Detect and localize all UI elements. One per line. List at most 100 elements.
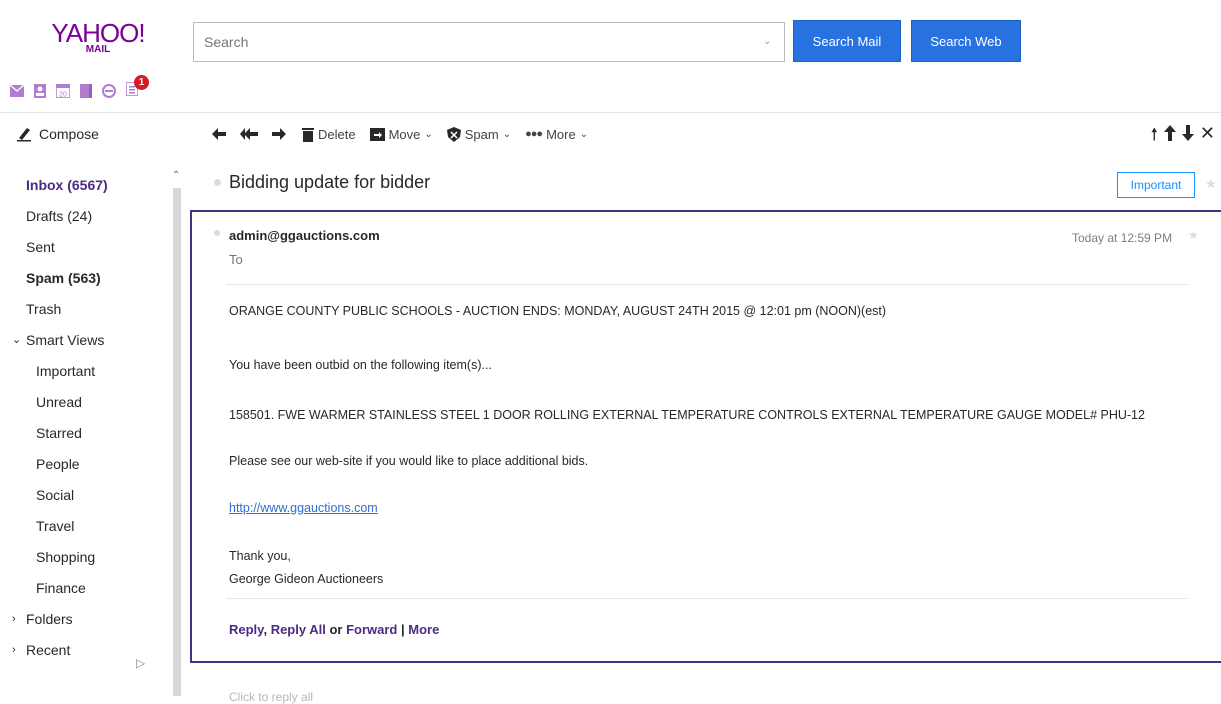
signature: George Gideon Auctioneers bbox=[229, 572, 384, 586]
chevron-right-icon: › bbox=[12, 612, 16, 625]
trash-icon bbox=[302, 127, 314, 142]
arrow-down-icon[interactable] bbox=[1181, 125, 1194, 141]
body-line: Please see our web-site if you would lik… bbox=[229, 454, 589, 468]
sidebar-item-travel[interactable]: Travel bbox=[0, 510, 170, 541]
sidebar-item-shopping[interactable]: Shopping bbox=[0, 541, 170, 572]
folders-label: Folders bbox=[26, 610, 73, 627]
scroll-up-icon[interactable]: ⌃ bbox=[172, 170, 180, 181]
chevron-down-icon: ⌄ bbox=[12, 334, 22, 346]
website-link[interactable]: http://www.ggauctions.com bbox=[229, 501, 378, 515]
delete-button[interactable]: Delete bbox=[302, 124, 356, 144]
separator: | bbox=[401, 622, 405, 637]
more-link[interactable]: More bbox=[408, 622, 439, 637]
chevron-down-icon: ⌄ bbox=[502, 128, 512, 140]
unread-dot[interactable] bbox=[214, 179, 221, 186]
reply-icon bbox=[212, 128, 226, 140]
app-switcher: 20 1 bbox=[10, 74, 149, 102]
chevron-down-icon[interactable]: ⌄ bbox=[763, 34, 772, 47]
sidebar-item-starred[interactable]: Starred bbox=[0, 417, 170, 448]
sidebar: Inbox (6567) Drafts (24) Sent Spam (563)… bbox=[0, 168, 181, 700]
message-toolbar: Delete Move ⌄ Spam ⌄ ●●● More ⌄ bbox=[212, 124, 588, 144]
folders-toggle[interactable]: › Folders bbox=[0, 603, 170, 634]
chevron-down-icon: ⌄ bbox=[579, 128, 589, 140]
more-button[interactable]: ●●● More ⌄ bbox=[525, 124, 588, 144]
yahoo-mail-logo[interactable]: YAHOO! MAIL bbox=[38, 20, 158, 55]
closing-line: Thank you, bbox=[229, 549, 291, 563]
sidebar-item-spam[interactable]: Spam (563) bbox=[0, 262, 170, 293]
sender-address[interactable]: admin@ggauctions.com bbox=[229, 228, 380, 243]
reply-link[interactable]: Reply bbox=[229, 622, 263, 637]
logo-text: YAHOO! bbox=[51, 18, 145, 48]
sidebar-item-sent[interactable]: Sent bbox=[0, 231, 170, 262]
move-label: Move bbox=[388, 126, 421, 142]
message-card bbox=[190, 210, 1221, 663]
sender-dot bbox=[214, 230, 220, 236]
more-label: More bbox=[546, 126, 576, 142]
arrow-up-icon[interactable] bbox=[1163, 125, 1176, 141]
folder-list: Inbox (6567) Drafts (24) Sent Spam (563)… bbox=[0, 168, 170, 665]
compose-label: Compose bbox=[39, 126, 99, 142]
sidebar-item-unread[interactable]: Unread bbox=[0, 386, 170, 417]
reply-toolbar-button[interactable] bbox=[212, 124, 226, 144]
compose-button[interactable]: Compose bbox=[16, 126, 99, 142]
reply-all-toolbar-button[interactable] bbox=[240, 124, 258, 144]
chevron-right-icon: › bbox=[12, 643, 16, 656]
message-navigation: 🠕 ✕ bbox=[1151, 122, 1215, 151]
notepad-icon[interactable] bbox=[80, 84, 92, 98]
chevron-down-icon: ⌄ bbox=[424, 128, 433, 140]
sidebar-item-finance[interactable]: Finance bbox=[0, 572, 170, 603]
sidebar-item-inbox[interactable]: Inbox (6567) bbox=[0, 169, 170, 200]
contacts-icon[interactable] bbox=[34, 84, 46, 98]
body-line: You have been outbid on the following it… bbox=[229, 358, 492, 372]
close-icon[interactable]: ✕ bbox=[1200, 123, 1215, 151]
newsfeed-icon[interactable]: 1 bbox=[125, 74, 149, 101]
reply-all-link[interactable]: Reply All bbox=[271, 622, 326, 637]
sidebar-item-trash[interactable]: Trash bbox=[0, 293, 170, 324]
star-icon[interactable]: ★ bbox=[1205, 176, 1217, 192]
more-dots-icon: ●●● bbox=[525, 128, 543, 140]
smart-views-label: Smart Views bbox=[26, 331, 105, 348]
body-line: 158501. FWE WARMER STAINLESS STEEL 1 DOO… bbox=[229, 408, 1145, 422]
sidebar-item-important[interactable]: Important bbox=[0, 355, 170, 386]
sidebar-item-social[interactable]: Social bbox=[0, 479, 170, 510]
sidebar-scrollbar[interactable] bbox=[173, 188, 181, 696]
folder-move-icon bbox=[369, 127, 385, 141]
forward-icon bbox=[272, 128, 286, 140]
collapse-sidebar-icon[interactable]: ▷ bbox=[136, 656, 145, 670]
search-web-button[interactable]: Search Web bbox=[911, 20, 1021, 62]
messenger-icon[interactable] bbox=[102, 84, 116, 98]
previous-message-icon[interactable]: 🠕 bbox=[1151, 122, 1158, 151]
pencil-icon bbox=[17, 128, 31, 142]
recent-label: Recent bbox=[26, 641, 71, 658]
mail-icon[interactable] bbox=[10, 85, 24, 97]
search-input[interactable] bbox=[194, 23, 784, 61]
delete-label: Delete bbox=[318, 126, 356, 142]
spam-button[interactable]: Spam ⌄ bbox=[446, 124, 512, 144]
separator: , bbox=[263, 622, 268, 637]
or-text: or bbox=[329, 622, 343, 637]
spam-label: Spam bbox=[464, 126, 499, 142]
smart-views-toggle[interactable]: ⌄ Smart Views bbox=[0, 324, 170, 355]
reply-all-box[interactable]: Click to reply all bbox=[229, 690, 313, 704]
forward-link[interactable]: Forward bbox=[346, 622, 397, 637]
divider bbox=[226, 284, 1188, 285]
reply-all-icon bbox=[240, 128, 258, 140]
forward-toolbar-button[interactable] bbox=[272, 124, 286, 144]
search-box[interactable]: ⌄ bbox=[193, 22, 785, 62]
header-divider bbox=[0, 112, 1221, 113]
sidebar-item-drafts[interactable]: Drafts (24) bbox=[0, 200, 170, 231]
divider bbox=[226, 598, 1188, 599]
shield-icon bbox=[446, 126, 461, 142]
star-icon[interactable]: ★ bbox=[1188, 228, 1199, 242]
calendar-icon[interactable]: 20 bbox=[56, 84, 70, 98]
sidebar-item-people[interactable]: People bbox=[0, 448, 170, 479]
move-button[interactable]: Move ⌄ bbox=[369, 124, 433, 144]
message-date: Today at 12:59 PM bbox=[1072, 231, 1173, 245]
header: YAHOO! MAIL ⌄ Search Mail Search Web 20 … bbox=[0, 0, 1221, 110]
reply-actions: Reply, Reply All or Forward | More bbox=[229, 622, 439, 637]
recipient-label[interactable]: To bbox=[229, 252, 243, 267]
notification-badge: 1 bbox=[134, 74, 149, 90]
important-button[interactable]: Important bbox=[1117, 172, 1195, 198]
svg-text:20: 20 bbox=[59, 92, 67, 99]
search-mail-button[interactable]: Search Mail bbox=[793, 20, 901, 62]
